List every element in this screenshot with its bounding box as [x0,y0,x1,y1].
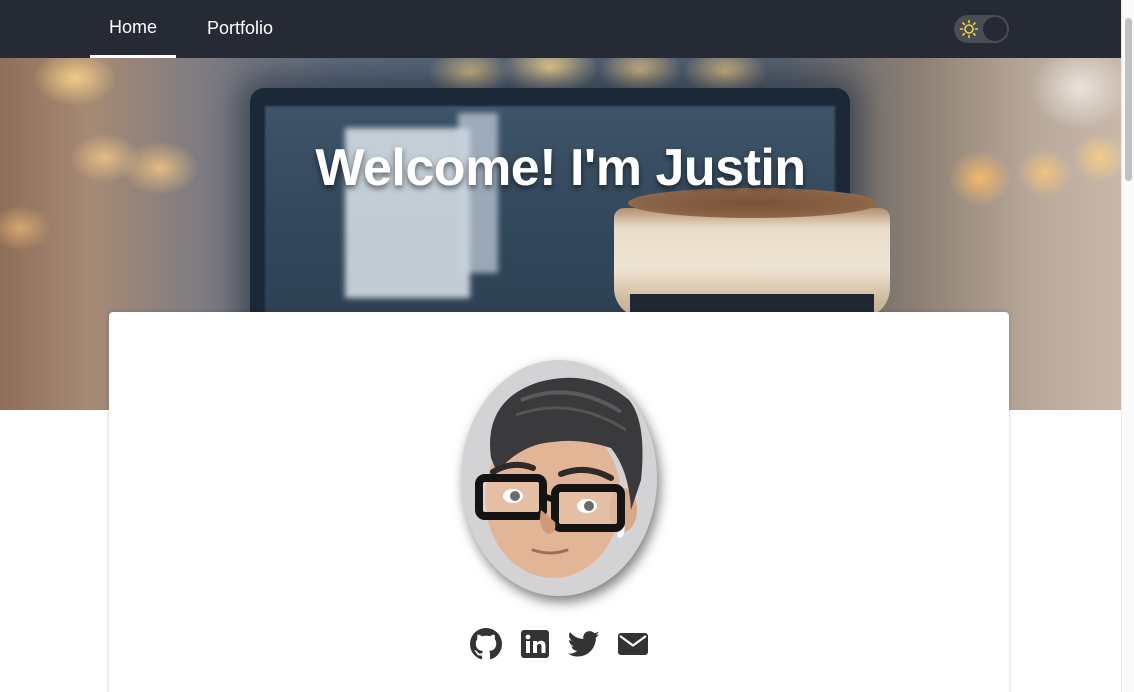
github-link[interactable] [469,628,502,660]
scrollbar-thumb[interactable] [1125,18,1132,181]
toggle-knob [983,17,1007,41]
page-scrollbar[interactable] [1121,0,1134,692]
sun-icon [959,19,979,39]
linkedin-icon [520,630,549,658]
social-links [109,628,1009,660]
nav-link-home[interactable]: Home [90,0,176,58]
email-icon [617,633,648,655]
profile-card [109,312,1009,692]
hero-title: Welcome! I'm Justin [315,139,806,197]
top-navbar: Home Portfolio [0,0,1121,58]
twitter-link[interactable] [567,628,600,660]
twitter-icon [567,631,599,657]
theme-toggle[interactable] [954,15,1009,43]
nav-link-portfolio[interactable]: Portfolio [190,0,290,58]
memoji-avatar-icon [475,377,643,578]
github-icon [469,628,502,660]
avatar [461,360,657,596]
linkedin-link[interactable] [519,628,551,660]
email-link[interactable] [617,628,649,660]
